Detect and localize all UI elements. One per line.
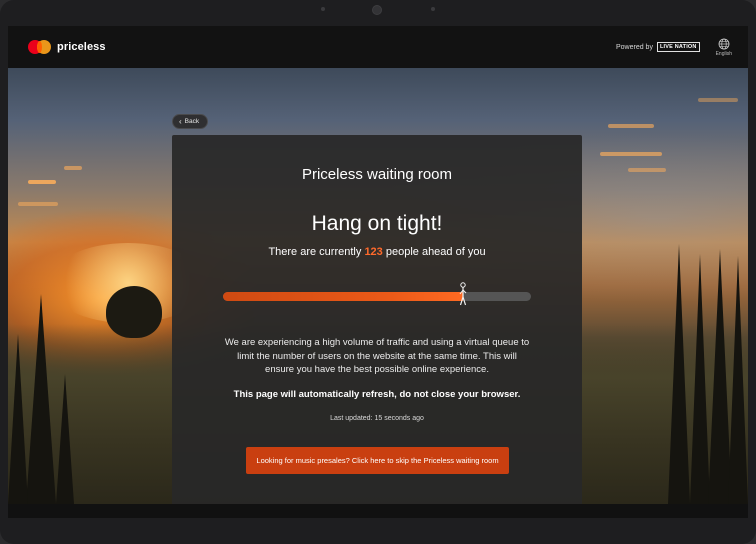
queue-suffix: people ahead of you <box>385 246 486 258</box>
back-label: Back <box>184 118 200 125</box>
walking-person-icon <box>459 282 467 306</box>
cloud <box>64 166 82 170</box>
queue-prefix: There are currently <box>268 246 362 258</box>
background-landscape: ‹ Back Priceless waiting room Hang on ti… <box>8 68 748 506</box>
sensor-dot <box>431 7 435 11</box>
queue-progress-fill <box>223 292 463 301</box>
queue-count: 123 <box>364 246 383 258</box>
language-label: English <box>715 50 732 57</box>
globe-icon <box>718 38 730 49</box>
cloud <box>18 202 58 206</box>
device-frame: priceless Powered by LIVE NATION English <box>0 0 756 544</box>
live-nation-logo: LIVE NATION <box>656 42 700 52</box>
cloud <box>600 152 662 156</box>
chevron-left-icon: ‹ <box>179 116 182 126</box>
refresh-notice: This page will automatically refresh, do… <box>233 389 521 400</box>
traffic-message: We are experiencing a high volume of tra… <box>224 337 530 375</box>
brand[interactable]: priceless <box>28 40 106 54</box>
cloud <box>28 180 56 184</box>
mastercard-circles-icon <box>28 40 52 54</box>
cloud <box>698 98 738 102</box>
cloud <box>628 168 666 172</box>
waiting-room-card: Priceless waiting room Hang on tight! Th… <box>172 135 582 506</box>
card-heading: Hang on tight! <box>311 212 443 235</box>
screen: priceless Powered by LIVE NATION English <box>8 26 748 518</box>
back-button[interactable]: ‹ Back <box>172 114 209 129</box>
tree <box>106 286 162 338</box>
camera-icon <box>372 5 382 15</box>
queue-status: There are currently 123 people ahead of … <box>172 246 582 258</box>
language-selector[interactable]: English <box>716 38 732 57</box>
skip-waiting-room-button[interactable]: Looking for music presales? Click here t… <box>246 447 509 474</box>
card-title: Priceless waiting room <box>301 166 453 183</box>
brand-name: priceless <box>57 41 106 53</box>
header-right: Powered by LIVE NATION English <box>616 38 732 57</box>
powered-by: Powered by LIVE NATION <box>616 42 700 52</box>
site-header: priceless Powered by LIVE NATION English <box>8 26 748 68</box>
sensor-dot <box>321 7 325 11</box>
powered-by-label: Powered by <box>615 43 653 51</box>
queue-progress-bar <box>223 292 531 301</box>
footer-strip <box>8 504 748 518</box>
cloud <box>608 124 654 128</box>
last-updated: Last updated: 15 seconds ago <box>330 415 424 422</box>
